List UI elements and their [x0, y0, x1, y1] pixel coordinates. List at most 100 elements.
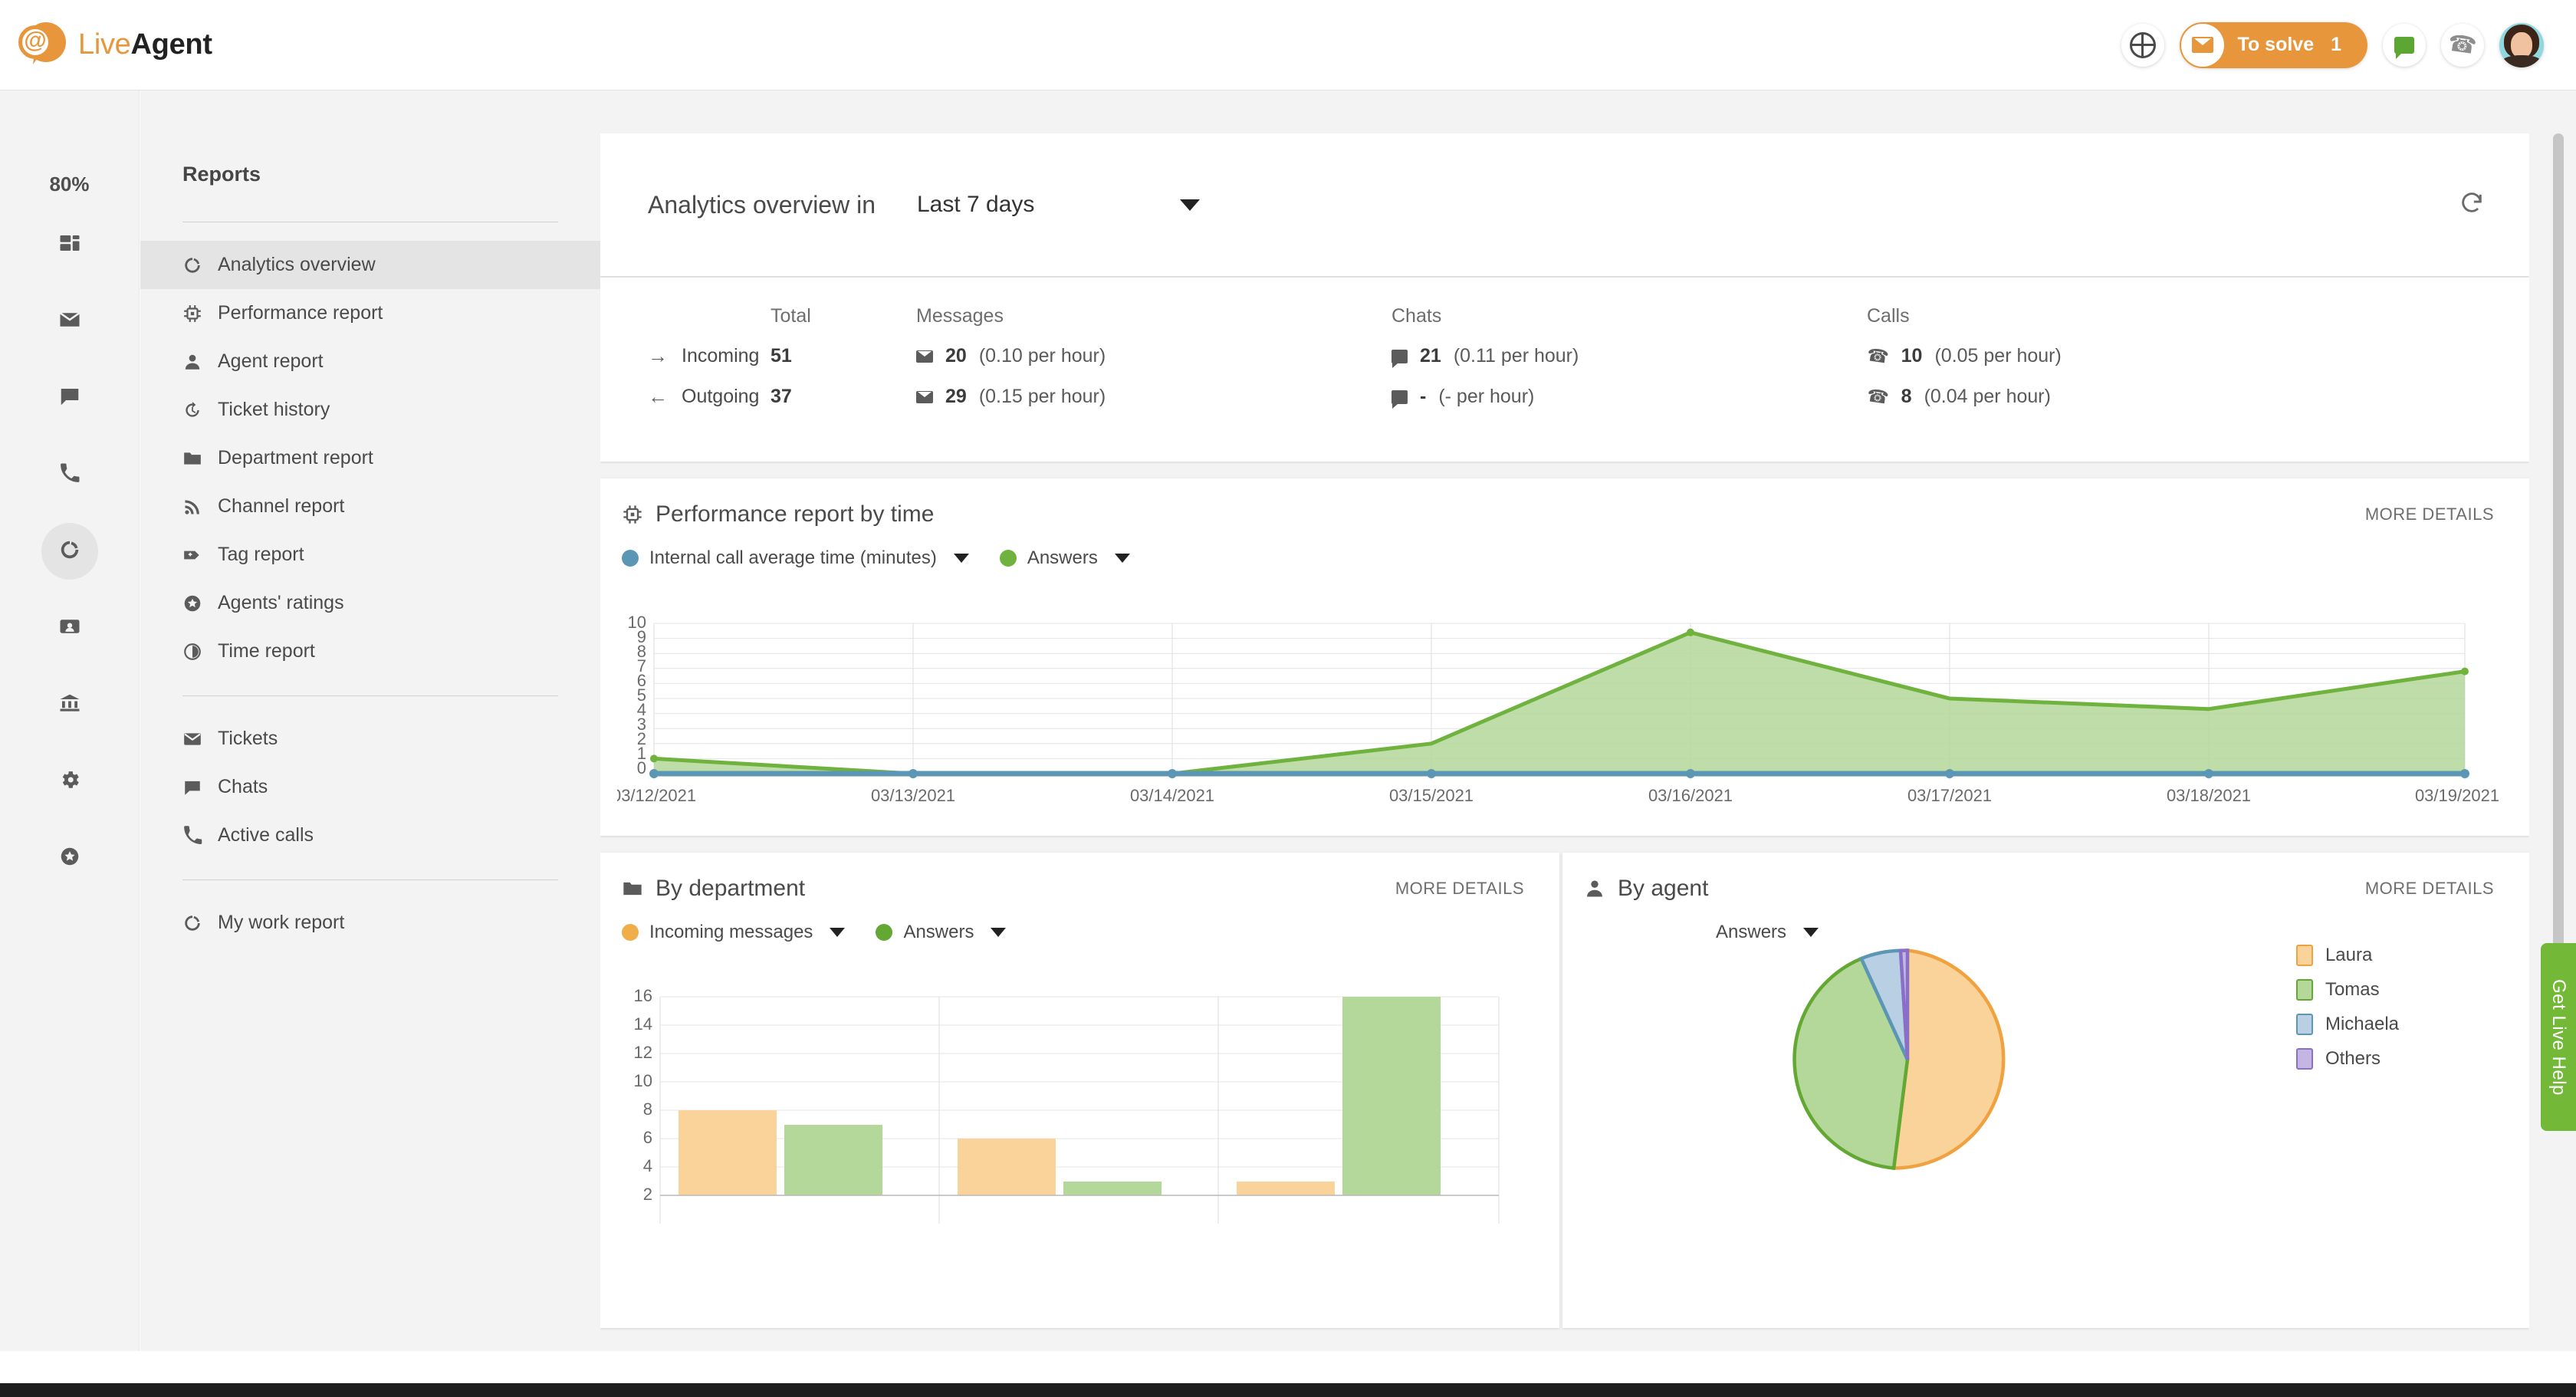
- y-axis-ticks: 10 9 8 7 6 5 4 3 2 1 0: [628, 615, 646, 777]
- mail-icon: [916, 350, 933, 363]
- get-live-help-tab[interactable]: Get Live Help: [2541, 943, 2576, 1131]
- sidebar-item-label: Performance report: [218, 302, 383, 324]
- liveagent-logo[interactable]: @ LiveAgent: [18, 21, 212, 70]
- phone-icon: [59, 462, 80, 488]
- reports-panel: Reports Analytics overview Performance r…: [140, 90, 600, 1397]
- phone-icon: ☎: [1865, 385, 1890, 409]
- sidebar-item-agents-ratings[interactable]: Agents' ratings: [140, 579, 600, 627]
- phone-status-button[interactable]: ☎: [2441, 24, 2484, 67]
- chat-icon: [1392, 390, 1408, 404]
- rail-item-dashboard[interactable]: [41, 216, 98, 273]
- add-button[interactable]: [2121, 24, 2164, 67]
- avatar[interactable]: [2499, 23, 2544, 67]
- legend-label: Tomas: [2325, 979, 2380, 1001]
- reports-title: Reports: [182, 163, 600, 186]
- sidebar-item-label: Active calls: [218, 824, 314, 846]
- legend-item-answers[interactable]: Answers: [876, 922, 1006, 943]
- sidebar-item-label: Department report: [218, 447, 373, 469]
- legend-item-others[interactable]: Others: [2296, 1048, 2399, 1070]
- sidebar-item-label: Agents' ratings: [218, 592, 344, 614]
- legend-color-swatch: [622, 550, 639, 567]
- sidebar-item-analytics-overview[interactable]: Analytics overview: [140, 241, 600, 289]
- rail-item-chats[interactable]: [41, 370, 98, 426]
- agent-more-details-link[interactable]: MORE DETAILS: [2365, 879, 2494, 899]
- stats-outgoing-messages: 29 (0.15 per hour): [916, 386, 1392, 408]
- performance-card-header: Performance report by time: [600, 501, 2529, 528]
- sidebar-item-label: Chats: [218, 776, 268, 798]
- sidebar-item-performance-report[interactable]: Performance report: [140, 289, 600, 337]
- sidebar-item-tickets[interactable]: Tickets: [140, 715, 600, 763]
- scrollbar-thumb[interactable]: [2553, 133, 2564, 1000]
- logo-text-live: Live: [78, 28, 131, 61]
- refresh-icon: [2459, 206, 2485, 219]
- rail-item-analytics[interactable]: [41, 523, 98, 580]
- department-card: By department MORE DETAILS Incoming mess…: [600, 853, 1559, 1328]
- bar-incoming-1: [678, 1110, 777, 1195]
- phone-icon: [182, 826, 218, 846]
- x-tick-4: 03/16/2021: [1648, 786, 1733, 805]
- legend-item-internal-call-time[interactable]: Internal call average time (minutes): [622, 547, 969, 569]
- legend-item-answers[interactable]: Answers: [1000, 547, 1130, 569]
- date-range-select[interactable]: Last 7 days: [917, 192, 1200, 218]
- sidebar-item-label: Ticket history: [218, 399, 330, 421]
- to-solve-button[interactable]: To solve 1: [2180, 22, 2367, 68]
- sidebar-item-time-report[interactable]: Time report: [140, 627, 600, 675]
- sidebar-item-tag-report[interactable]: Tag report: [140, 531, 600, 579]
- sidebar-item-ticket-history[interactable]: Ticket history: [140, 386, 600, 434]
- legend-item-incoming-messages[interactable]: Incoming messages: [622, 922, 845, 943]
- sidebar-item-my-work-report[interactable]: My work report: [140, 899, 600, 947]
- value: 10: [1901, 345, 1923, 367]
- sidebar-item-department-report[interactable]: Department report: [140, 434, 600, 482]
- phone-icon: ☎: [2446, 30, 2479, 61]
- bar-incoming-2: [958, 1139, 1056, 1195]
- department-more-details-link[interactable]: MORE DETAILS: [1395, 879, 1524, 899]
- folder-icon: [182, 449, 218, 468]
- page-title: Analytics overview in: [648, 191, 876, 219]
- stats-incoming-messages: 20 (0.10 per hour): [916, 345, 1392, 367]
- sidebar-item-channel-report[interactable]: Channel report: [140, 482, 600, 531]
- svg-text:6: 6: [643, 1128, 652, 1147]
- rail-item-calls[interactable]: [41, 446, 98, 503]
- stats-header-total: Total: [770, 305, 916, 327]
- legend-color-swatch: [2296, 945, 2313, 966]
- history-icon: [182, 400, 218, 420]
- sidebar-item-label: Analytics overview: [218, 254, 376, 276]
- bank-icon: [58, 692, 81, 718]
- chip-icon: [182, 304, 218, 324]
- stats-header-calls: Calls: [1867, 305, 2529, 327]
- refresh-button[interactable]: [2459, 190, 2485, 220]
- rail-item-rewards[interactable]: [41, 830, 98, 886]
- legend-item-tomas[interactable]: Tomas: [2296, 979, 2399, 1001]
- dashboard-icon: [58, 232, 81, 258]
- rate: (- per hour): [1438, 386, 1534, 408]
- sidebar-item-chats[interactable]: Chats: [140, 763, 600, 811]
- sidebar-item-active-calls[interactable]: Active calls: [140, 811, 600, 860]
- performance-more-details-link[interactable]: MORE DETAILS: [2365, 505, 2494, 524]
- agent-metric-select[interactable]: Answers: [1716, 922, 1819, 943]
- logo-text-agent: Agent: [131, 28, 212, 61]
- chat-status-button[interactable]: [2383, 24, 2426, 67]
- reports-group-primary: Analytics overview Performance report Ag…: [140, 241, 600, 675]
- department-bar-chart: 16 14 12 10 8 6 4 2: [617, 988, 1506, 1241]
- arrow-right-icon: →: [648, 344, 668, 368]
- plus-circle-icon: [2130, 32, 2156, 58]
- stats-row-outgoing-label: ← Outgoing: [648, 385, 770, 409]
- mail-icon: [916, 391, 933, 403]
- icon-rail: 80%: [0, 90, 140, 1397]
- value: 20: [945, 345, 967, 367]
- sidebar-item-label: Channel report: [218, 495, 344, 518]
- rail-item-contacts[interactable]: [41, 600, 98, 656]
- sidebar-item-agent-report[interactable]: Agent report: [140, 337, 600, 386]
- rate: (0.15 per hour): [979, 386, 1106, 408]
- chevron-down-icon: [1115, 554, 1130, 563]
- rail-item-companies[interactable]: [41, 676, 98, 733]
- legend-item-laura[interactable]: Laura: [2296, 945, 2399, 966]
- x-tick-2: 03/14/2021: [1130, 786, 1214, 805]
- rail-item-settings[interactable]: [41, 753, 98, 810]
- legend-item-michaela[interactable]: Michaela: [2296, 1014, 2399, 1035]
- rail-item-tickets[interactable]: [41, 293, 98, 350]
- logo-mark-icon: @: [18, 21, 66, 70]
- department-legend: Incoming messages Answers: [600, 922, 1559, 943]
- chat-icon: [182, 777, 218, 797]
- legend-label: Michaela: [2325, 1014, 2399, 1035]
